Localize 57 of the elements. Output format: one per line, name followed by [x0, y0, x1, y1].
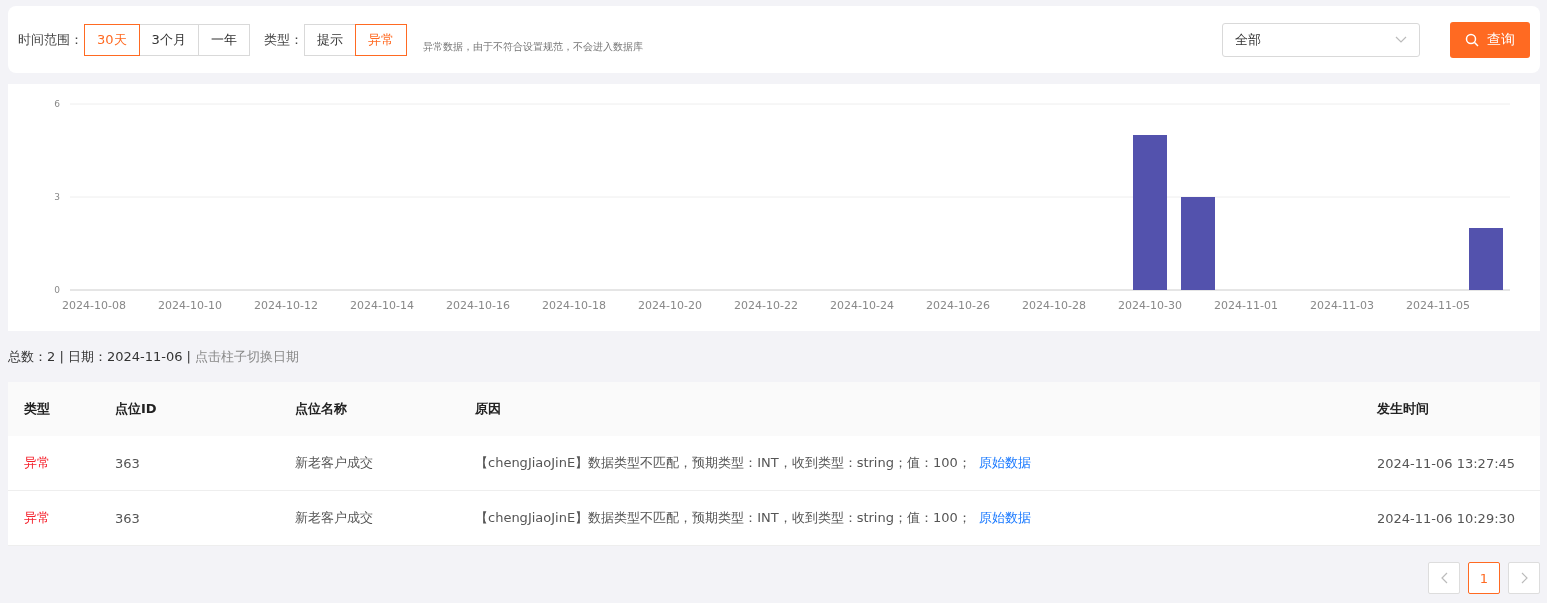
type-option[interactable]: 提示 — [303, 23, 356, 56]
id-cell-text: 363 — [115, 510, 141, 526]
x-axis-label: 2024-10-08 — [62, 299, 126, 312]
x-axis-label: 2024-10-28 — [1022, 299, 1086, 312]
x-axis-label: 2024-10-12 — [254, 299, 318, 312]
id-cell-text: 363 — [115, 455, 141, 471]
type-label: 类型： — [263, 30, 303, 49]
y-axis-label: 0 — [54, 285, 60, 295]
column-header: 原因 — [475, 400, 502, 418]
x-axis-label: 2024-10-24 — [830, 299, 894, 312]
x-axis-label: 2024-10-30 — [1118, 299, 1182, 312]
summary-hint: 点击柱子切换日期 — [195, 349, 299, 364]
chevron-right-icon — [1520, 572, 1528, 584]
search-icon — [1465, 32, 1479, 47]
x-axis-label: 2024-10-20 — [638, 299, 702, 312]
previous-page-button[interactable] — [1428, 562, 1460, 594]
column-header: 点位名称 — [295, 400, 348, 418]
time-range-option[interactable]: 一年 — [197, 23, 250, 56]
page-button[interactable]: 1 — [1468, 562, 1500, 594]
time-cell-text: 2024-11-06 10:29:30 — [1377, 510, 1517, 526]
x-axis-label: 2024-11-03 — [1310, 299, 1374, 312]
x-axis-label: 2024-11-01 — [1214, 299, 1278, 312]
type-cell-text: 异常 — [23, 454, 51, 472]
bar[interactable] — [1181, 197, 1215, 290]
x-axis-label: 2024-10-26 — [926, 299, 990, 312]
time-range-option[interactable]: 3个月 — [138, 23, 199, 56]
time-cell-text: 2024-11-06 13:27:45 — [1377, 455, 1517, 471]
name-cell-text: 新老客户成交 — [295, 454, 374, 472]
query-button[interactable]: 查询 — [1450, 21, 1530, 58]
type-option[interactable]: 异常 — [354, 23, 407, 56]
x-axis-label: 2024-10-22 — [734, 299, 798, 312]
time-range-option[interactable]: 30天 — [84, 23, 140, 56]
chevron-down-icon — [1395, 35, 1407, 44]
y-axis-label: 6 — [54, 99, 60, 109]
column-header: 类型 — [23, 400, 51, 418]
type-cell-text: 异常 — [23, 509, 51, 527]
raw-data-link[interactable]: 原始数据 — [978, 510, 1031, 525]
x-axis-label: 2024-10-16 — [446, 299, 510, 312]
x-axis-label: 2024-11-05 — [1406, 299, 1470, 312]
name-cell-text: 新老客户成交 — [295, 509, 374, 527]
time-range-label: 时间范围： — [18, 30, 83, 49]
bar[interactable] — [1133, 135, 1167, 290]
x-axis-label: 2024-10-18 — [542, 299, 606, 312]
y-axis-label: 3 — [54, 192, 60, 202]
column-header: 点位ID — [115, 400, 158, 418]
next-page-button[interactable] — [1508, 562, 1540, 594]
x-axis-label: 2024-10-10 — [158, 299, 222, 312]
reason-text: 【chengJiaoJinE】数据类型不匹配，预期类型：INT，收到类型：string；值：100； — [475, 455, 971, 470]
raw-data-link[interactable]: 原始数据 — [978, 455, 1031, 470]
summary-text: 总数：2 | 日期：2024-11-06 | — [8, 349, 191, 364]
column-header: 发生时间 — [1377, 400, 1430, 418]
bar[interactable] — [1469, 228, 1503, 290]
category-select[interactable]: 全部 — [1222, 22, 1420, 57]
note-text: 异常数据，由于不符合设置规范，不会进入数据库 — [422, 39, 643, 54]
chevron-left-icon — [1440, 572, 1448, 584]
reason-text: 【chengJiaoJinE】数据类型不匹配，预期类型：INT，收到类型：string；值：100； — [475, 510, 971, 525]
x-axis-label: 2024-10-14 — [350, 299, 414, 312]
